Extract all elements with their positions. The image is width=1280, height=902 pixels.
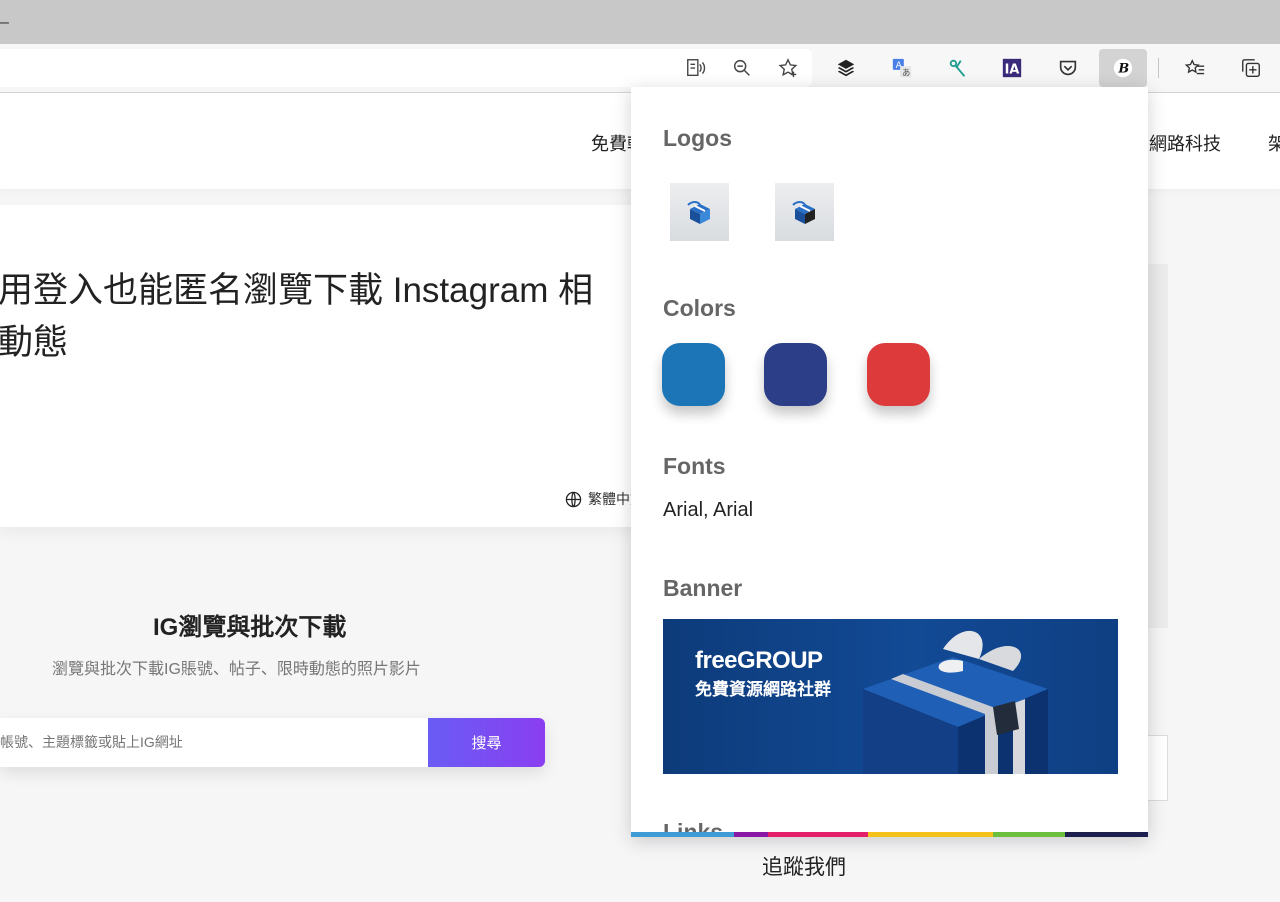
translate-extension-icon[interactable]: Aあ	[887, 53, 917, 83]
stripe-segment	[631, 832, 734, 837]
globe-icon	[565, 491, 582, 507]
cube-logo-icon	[686, 201, 710, 224]
article-title: 用登入也能匿名瀏覽下載 Instagram 相 動態	[0, 271, 594, 362]
color-swatch-navy[interactable]	[764, 343, 827, 406]
svg-text:IA: IA	[1005, 63, 1020, 78]
article-header-card: 用登入也能匿名瀏覽下載 Instagram 相 動態 繁體中文	[0, 205, 660, 527]
brandfetch-extension-icon[interactable]: B	[1099, 49, 1147, 87]
stripe-segment	[868, 832, 993, 837]
browser-toolbar: Aあ IA B	[0, 44, 1280, 93]
colors-heading: Colors	[663, 295, 736, 321]
pocket-extension-icon[interactable]	[1053, 53, 1083, 83]
title-text: –	[0, 14, 9, 31]
svg-text:あ: あ	[902, 67, 910, 77]
window-titlebar: –	[0, 0, 1280, 44]
follow-us-heading: 追蹤我們	[762, 856, 846, 879]
stripe-segment	[734, 832, 768, 837]
ig-search-form: 搜尋	[0, 718, 545, 767]
brand-color-stripe	[631, 832, 1148, 837]
color-swatch-red[interactable]	[867, 343, 930, 406]
ig-tool-subtitle: 瀏覽與批次下載IG賬號、帖子、限時動態的照片影片	[52, 661, 421, 678]
banner-heading: Banner	[663, 575, 743, 601]
cube-logo-dark-icon	[791, 201, 815, 224]
ig-tool-title: IG瀏覽與批次下載	[153, 614, 347, 641]
ig-search-input[interactable]	[0, 718, 428, 767]
favorites-list-icon[interactable]	[1180, 53, 1210, 83]
sidebar-ad-placeholder	[1148, 264, 1168, 628]
nav-item-more[interactable]: 架	[1268, 130, 1280, 156]
sidebar-box	[1148, 735, 1168, 801]
gift-box-illustration	[863, 630, 1048, 774]
svg-text:B: B	[1117, 62, 1129, 77]
layers-extension-icon[interactable]	[831, 53, 861, 83]
scissors-extension-icon[interactable]	[943, 53, 973, 83]
nav-item-net-tech[interactable]: 網路科技	[1149, 130, 1221, 156]
stripe-segment	[1065, 832, 1148, 837]
zoom-out-icon[interactable]	[727, 53, 757, 83]
collections-icon[interactable]	[1236, 53, 1266, 83]
search-button[interactable]: 搜尋	[428, 718, 545, 767]
banner-image[interactable]: freeGROUP 免費資源網路社群	[663, 619, 1118, 774]
logo-thumbnail-2[interactable]	[775, 183, 834, 241]
fonts-value: Arial, Arial	[663, 499, 754, 521]
color-swatch-blue[interactable]	[662, 343, 725, 406]
favorite-star-icon[interactable]	[773, 53, 803, 83]
toolbar-separator	[1158, 58, 1159, 78]
brand-extension-popup: Logos Colors Fonts Arial, Arial Banner f…	[631, 87, 1148, 837]
logo-thumbnail-1[interactable]	[670, 183, 729, 241]
stripe-segment	[768, 832, 868, 837]
stripe-segment	[993, 832, 1065, 837]
fonts-heading: Fonts	[663, 453, 726, 479]
logos-heading: Logos	[663, 125, 732, 151]
ia-extension-icon[interactable]: IA	[997, 53, 1027, 83]
read-aloud-icon[interactable]	[681, 53, 711, 83]
